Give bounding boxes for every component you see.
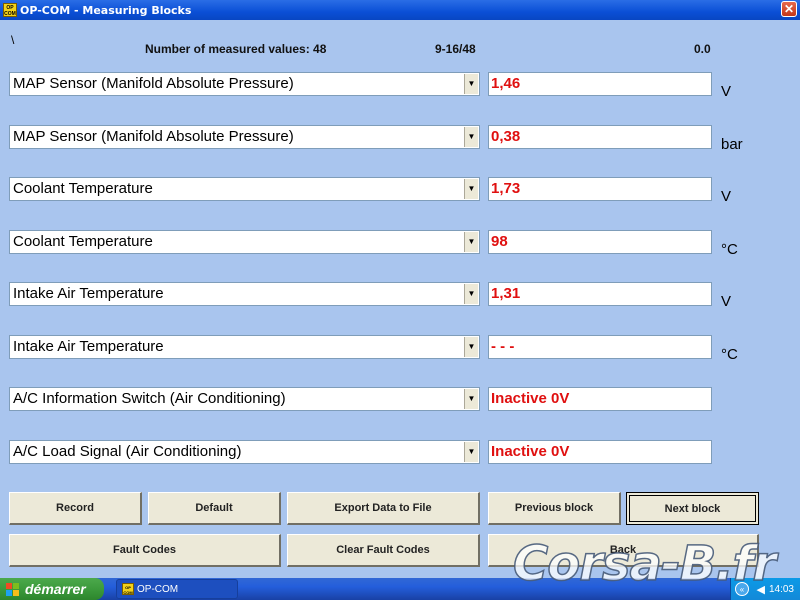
parameter-select[interactable]: A/C Load Signal (Air Conditioning) ▼ (9, 440, 480, 464)
chevron-down-icon[interactable]: ▼ (464, 179, 478, 199)
watermark-logo: Corsa-B.fr (512, 535, 777, 593)
parameter-label: MAP Sensor (Manifold Absolute Pressure) (13, 128, 294, 145)
start-label: démarrer (25, 581, 86, 597)
parameter-label: Coolant Temperature (13, 233, 153, 250)
parameter-value: 0,38 (488, 125, 712, 149)
chevron-down-icon[interactable]: ▼ (464, 232, 478, 252)
parameter-label: Intake Air Temperature (13, 338, 164, 355)
chevron-down-icon[interactable]: ▼ (464, 442, 478, 462)
clear-fault-codes-button[interactable]: Clear Fault Codes (287, 534, 480, 567)
export-data-button[interactable]: Export Data to File (287, 492, 480, 525)
parameter-select[interactable]: MAP Sensor (Manifold Absolute Pressure) … (9, 72, 480, 96)
fault-codes-button[interactable]: Fault Codes (9, 534, 281, 567)
parameter-value: - - - (488, 335, 712, 359)
parameter-select[interactable]: Intake Air Temperature ▼ (9, 282, 480, 306)
parameter-value: 1,73 (488, 177, 712, 201)
previous-block-button[interactable]: Previous block (488, 492, 621, 525)
parameter-label: A/C Information Switch (Air Conditioning… (13, 390, 286, 407)
parameter-label: MAP Sensor (Manifold Absolute Pressure) (13, 75, 294, 92)
parameter-unit: °C (721, 346, 738, 363)
start-button[interactable]: démarrer (0, 578, 104, 600)
parameter-value: 1,31 (488, 282, 712, 306)
measuring-blocks-panel: \ Number of measured values: 48 9-16/48 … (0, 20, 800, 578)
block-range: 9-16/48 (435, 42, 476, 56)
measured-values-count: Number of measured values: 48 (145, 42, 327, 56)
parameter-select[interactable]: A/C Information Switch (Air Conditioning… (9, 387, 480, 411)
chevron-down-icon[interactable]: ▼ (464, 389, 478, 409)
parameter-select[interactable]: Coolant Temperature ▼ (9, 177, 480, 201)
parameter-value: Inactive 0V (488, 440, 712, 464)
parameter-label: Coolant Temperature (13, 180, 153, 197)
parameter-unit: V (721, 188, 732, 205)
parameter-unit: bar (721, 136, 743, 153)
parameter-unit: °C (721, 241, 738, 258)
default-button[interactable]: Default (148, 492, 281, 525)
chevron-down-icon[interactable]: ▼ (464, 127, 478, 147)
windows-logo-icon (6, 582, 19, 596)
chevron-down-icon[interactable]: ▼ (464, 337, 478, 357)
parameter-unit: V (721, 83, 732, 100)
window-title: OP-COM - Measuring Blocks (20, 3, 192, 17)
title-bar: OP COM OP-COM - Measuring Blocks ✕ (0, 0, 800, 20)
parameter-select[interactable]: MAP Sensor (Manifold Absolute Pressure) … (9, 125, 480, 149)
parameter-select[interactable]: Intake Air Temperature ▼ (9, 335, 480, 359)
status-marker: \ (11, 33, 15, 47)
opcom-app-icon: OP COM (3, 3, 17, 17)
taskbar-item-opcom[interactable]: OP COM OP-COM (116, 579, 238, 599)
parameter-value: Inactive 0V (488, 387, 712, 411)
elapsed-time: 0.0 (694, 42, 711, 56)
chevron-down-icon[interactable]: ▼ (464, 284, 478, 304)
chevron-down-icon[interactable]: ▼ (464, 74, 478, 94)
parameter-select[interactable]: Coolant Temperature ▼ (9, 230, 480, 254)
parameter-value: 98 (488, 230, 712, 254)
parameter-label: Intake Air Temperature (13, 285, 164, 302)
parameter-label: A/C Load Signal (Air Conditioning) (13, 443, 242, 460)
parameter-value: 1,46 (488, 72, 712, 96)
opcom-app-icon: OP COM (122, 583, 134, 595)
next-block-button[interactable]: Next block (626, 492, 759, 525)
taskbar-item-label: OP-COM (137, 583, 179, 595)
record-button[interactable]: Record (9, 492, 142, 525)
parameter-unit: V (721, 293, 732, 310)
close-icon[interactable]: ✕ (781, 1, 797, 17)
